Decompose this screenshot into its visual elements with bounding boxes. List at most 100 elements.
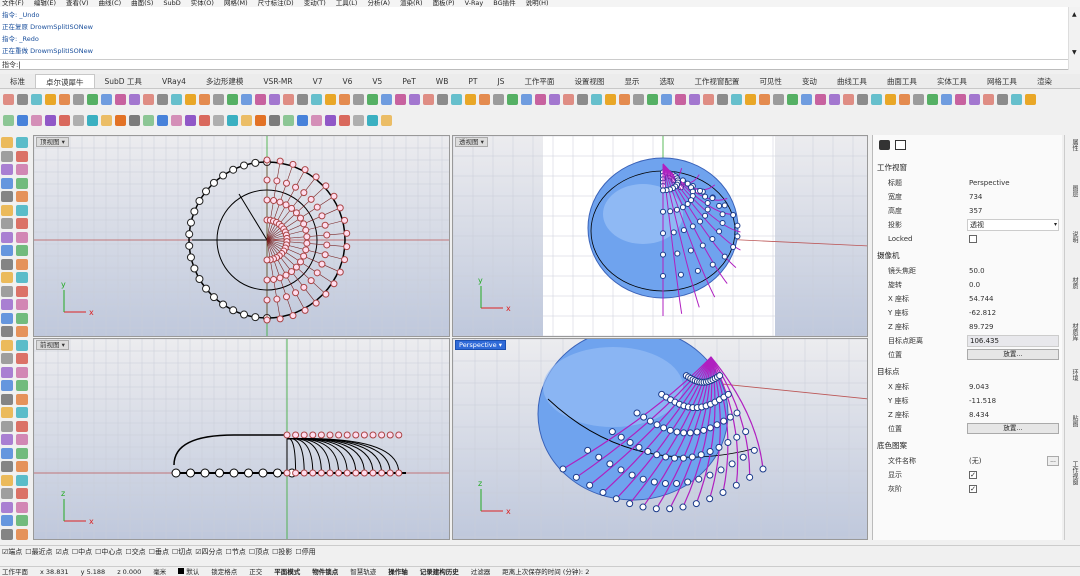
side-tab[interactable]: 贴图 bbox=[1067, 415, 1079, 427]
tool-icon[interactable] bbox=[675, 93, 686, 105]
left-tool-icon[interactable] bbox=[1, 177, 13, 189]
tool-icon[interactable] bbox=[73, 93, 84, 105]
menu-item[interactable]: 说明(H) bbox=[526, 0, 549, 7]
menu-item[interactable]: 渲染(R) bbox=[400, 0, 423, 7]
tool-icon[interactable] bbox=[899, 93, 910, 105]
tool-icon[interactable] bbox=[661, 93, 672, 105]
target-x-value[interactable]: 9.043 bbox=[969, 380, 989, 394]
tool-icon[interactable] bbox=[297, 93, 308, 105]
viewport-title-perspective[interactable]: Perspective ▾ bbox=[455, 340, 506, 350]
tab-item[interactable]: VSR-MR bbox=[253, 74, 302, 88]
tab-item[interactable]: PT bbox=[458, 74, 487, 88]
tab-item[interactable]: 网格工具 bbox=[977, 74, 1027, 88]
tool-icon[interactable] bbox=[87, 93, 98, 105]
left-tool-icon[interactable] bbox=[16, 488, 28, 499]
left-tool-icon[interactable] bbox=[1, 393, 13, 405]
menu-item[interactable]: 面板(P) bbox=[433, 0, 455, 7]
status-layer[interactable]: 默认 bbox=[178, 567, 199, 576]
left-tool-icon[interactable] bbox=[16, 366, 28, 378]
tab-item[interactable]: 曲面工具 bbox=[877, 74, 927, 88]
status-cplane[interactable]: 工作平面 bbox=[2, 567, 28, 576]
left-tool-icon[interactable] bbox=[16, 393, 28, 405]
tab-item[interactable]: 多边形建模 bbox=[196, 74, 254, 88]
side-tab[interactable]: 环境 bbox=[1067, 369, 1079, 381]
tool-icon[interactable] bbox=[227, 114, 238, 126]
tool-icon[interactable] bbox=[619, 93, 630, 105]
left-tool-icon[interactable] bbox=[1, 245, 13, 256]
camera-icon[interactable] bbox=[879, 140, 890, 150]
tool-icon[interactable] bbox=[339, 114, 350, 126]
osnap-item[interactable]: ☐垂点 bbox=[149, 546, 169, 558]
osnap-item[interactable]: ☐中点 bbox=[72, 546, 92, 558]
left-tool-icon[interactable] bbox=[1, 461, 13, 472]
target-z-value[interactable]: 8.434 bbox=[969, 408, 989, 422]
tool-icon[interactable] bbox=[857, 93, 868, 105]
tool-icon[interactable] bbox=[17, 114, 28, 126]
left-tool-icon[interactable] bbox=[1, 326, 13, 337]
tool-icon[interactable] bbox=[871, 93, 882, 105]
osnap-item[interactable]: ☐停用 bbox=[295, 546, 315, 558]
left-tool-icon[interactable] bbox=[1, 420, 13, 432]
left-tool-icon[interactable] bbox=[16, 285, 28, 297]
viewport-title-top[interactable]: 顶视图 ▾ bbox=[36, 137, 69, 147]
left-tool-icon[interactable] bbox=[1, 501, 13, 513]
tool-icon[interactable] bbox=[493, 93, 504, 105]
tool-icon[interactable] bbox=[703, 93, 714, 105]
left-tool-icon[interactable] bbox=[16, 191, 28, 202]
tool-icon[interactable] bbox=[997, 93, 1008, 105]
left-tool-icon[interactable] bbox=[16, 218, 28, 229]
tab-item[interactable]: 选取 bbox=[649, 74, 684, 88]
tool-icon[interactable] bbox=[269, 93, 280, 105]
osnap-item[interactable]: ☐顶点 bbox=[249, 546, 269, 558]
osnap-item[interactable]: ☐交点 bbox=[125, 546, 145, 558]
tool-icon[interactable] bbox=[717, 93, 728, 105]
projection-select[interactable]: 透视 ▾ bbox=[967, 219, 1059, 231]
side-tab[interactable]: 属性 bbox=[1067, 139, 1079, 151]
side-tab[interactable]: 工作视窗 bbox=[1067, 461, 1079, 485]
osnap-item[interactable]: ☐切点 bbox=[172, 546, 192, 558]
tool-icon[interactable] bbox=[157, 114, 168, 126]
left-tool-icon[interactable] bbox=[16, 326, 28, 337]
tool-icon[interactable] bbox=[171, 93, 182, 105]
left-tool-icon[interactable] bbox=[16, 164, 28, 175]
grayscale-checkbox[interactable]: ✓ bbox=[969, 485, 977, 493]
menu-item[interactable]: BG插件 bbox=[493, 0, 515, 7]
left-tool-icon[interactable] bbox=[16, 299, 28, 310]
tab-item[interactable]: 工作平面 bbox=[514, 74, 564, 88]
tool-icon[interactable] bbox=[213, 93, 224, 105]
left-tool-icon[interactable] bbox=[16, 245, 28, 256]
left-tool-icon[interactable] bbox=[16, 137, 28, 148]
tool-icon[interactable] bbox=[969, 93, 980, 105]
left-tool-icon[interactable] bbox=[1, 366, 13, 378]
viewport-front[interactable]: 前视图 ▾ xz bbox=[33, 338, 450, 540]
tool-icon[interactable] bbox=[395, 93, 406, 105]
viewport-perspective[interactable]: Perspective ▾ xz bbox=[452, 338, 868, 540]
tool-icon[interactable] bbox=[31, 93, 42, 105]
scroll-down-icon[interactable]: ▼ bbox=[1072, 49, 1077, 56]
tool-icon[interactable] bbox=[3, 114, 14, 126]
tool-icon[interactable] bbox=[31, 114, 42, 126]
left-tool-icon[interactable] bbox=[1, 137, 13, 148]
tool-icon[interactable] bbox=[437, 93, 448, 105]
tool-icon[interactable] bbox=[633, 93, 644, 105]
filename-value[interactable]: (无) bbox=[969, 454, 981, 468]
tool-icon[interactable] bbox=[409, 93, 420, 105]
osnap-item[interactable]: ☐中心点 bbox=[95, 546, 122, 558]
tool-icon[interactable] bbox=[115, 93, 126, 105]
left-tool-icon[interactable] bbox=[16, 177, 28, 189]
osnap-item[interactable]: ☑端点 bbox=[2, 546, 22, 558]
tool-icon[interactable] bbox=[185, 93, 196, 105]
tool-icon[interactable] bbox=[801, 93, 812, 105]
menu-item[interactable]: 网格(M) bbox=[224, 0, 248, 7]
left-tool-icon[interactable] bbox=[16, 501, 28, 513]
viewport-perspective-upper[interactable]: 透视图 ▾ xy bbox=[452, 135, 868, 337]
target-y-value[interactable]: -11.518 bbox=[969, 394, 996, 408]
tool-icon[interactable] bbox=[59, 114, 70, 126]
viewport-icon[interactable] bbox=[895, 140, 906, 150]
tool-icon[interactable] bbox=[647, 93, 658, 105]
left-tool-icon[interactable] bbox=[16, 528, 28, 540]
tool-icon[interactable] bbox=[885, 93, 896, 105]
left-tool-icon[interactable] bbox=[16, 407, 28, 418]
left-tool-icon[interactable] bbox=[1, 164, 13, 175]
tab-item[interactable]: JS bbox=[487, 74, 514, 88]
